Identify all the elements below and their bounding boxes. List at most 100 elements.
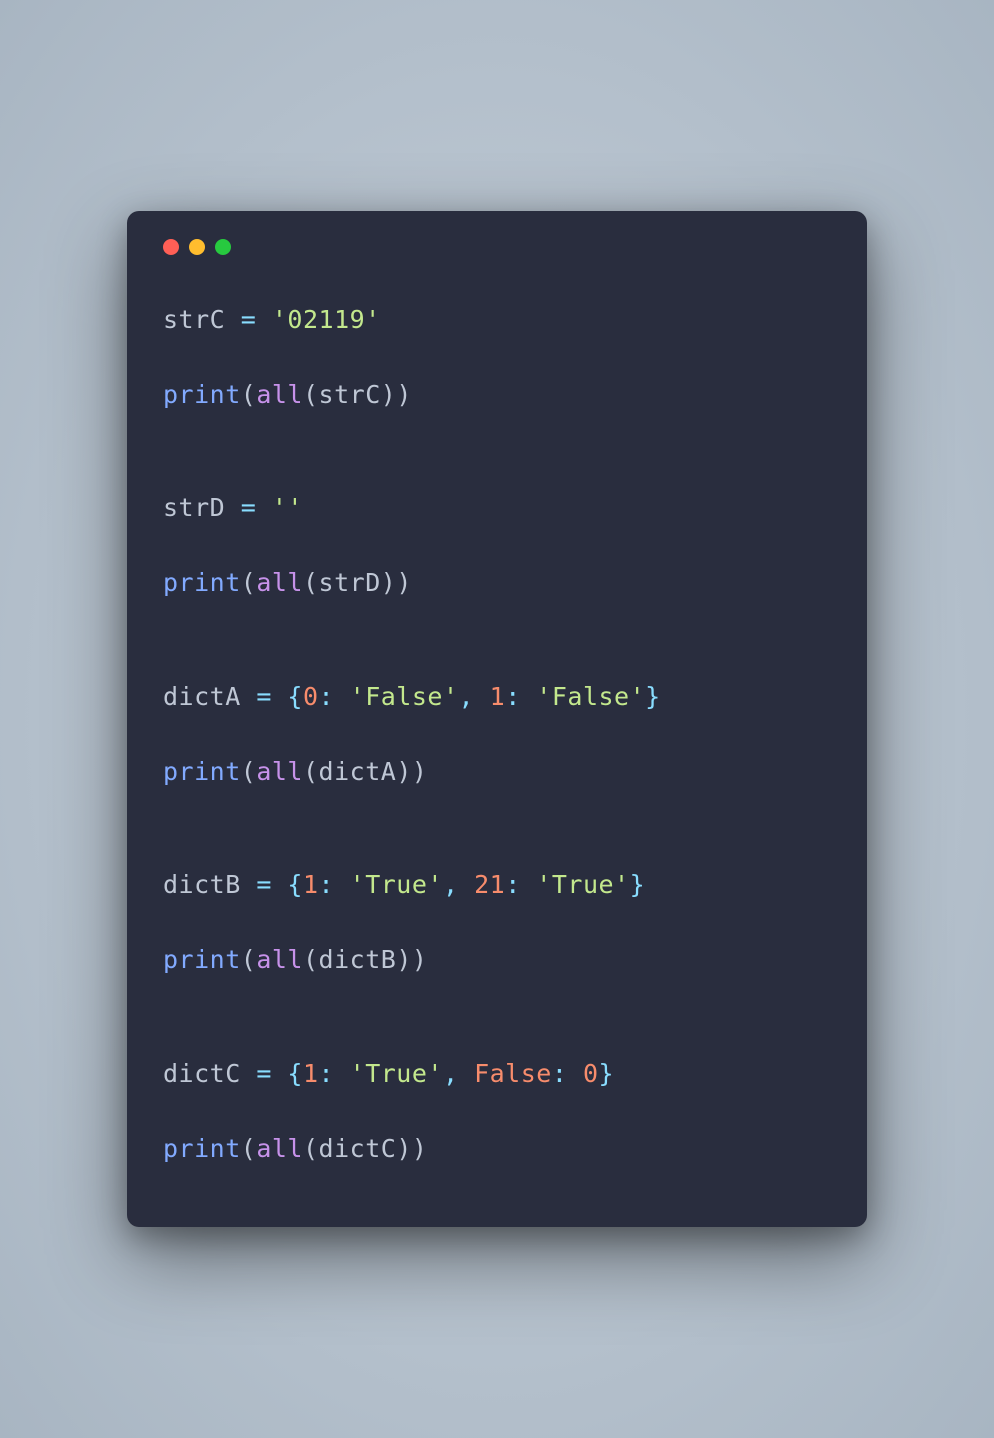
code-token: ,: [443, 870, 474, 899]
code-token: (: [241, 945, 257, 974]
blank-line: [163, 904, 831, 942]
code-token: ): [412, 1134, 428, 1163]
blank-line: [163, 338, 831, 376]
code-token: {: [287, 1059, 303, 1088]
code-token: }: [645, 682, 661, 711]
code-token: print: [163, 568, 241, 597]
window-controls: [163, 239, 831, 255]
code-token: '': [272, 493, 303, 522]
code-token: False: [474, 1059, 552, 1088]
code-token: :: [552, 1059, 583, 1088]
code-token: }: [630, 870, 646, 899]
code-token: print: [163, 380, 241, 409]
code-token: {: [287, 682, 303, 711]
code-line: print(all(dictB)): [163, 941, 831, 979]
code-token: :: [319, 870, 350, 899]
code-line: dictA = {0: 'False', 1: 'False'}: [163, 678, 831, 716]
code-token: :: [319, 1059, 350, 1088]
code-token: strC: [163, 305, 225, 334]
code-token: (: [241, 757, 257, 786]
code-token: dictC: [319, 1134, 397, 1163]
code-line: print(all(dictA)): [163, 753, 831, 791]
code-token: =: [241, 870, 288, 899]
code-token: 'False': [536, 682, 645, 711]
code-token: 'True': [350, 870, 443, 899]
blank-line: [163, 527, 831, 565]
code-token: (: [303, 380, 319, 409]
code-token: dictB: [319, 945, 397, 974]
code-token: }: [599, 1059, 615, 1088]
code-token: ): [396, 1134, 412, 1163]
code-token: 'False': [350, 682, 459, 711]
minimize-icon[interactable]: [189, 239, 205, 255]
code-token: =: [241, 682, 288, 711]
code-block: strD = ''print(all(strD)): [163, 489, 831, 602]
code-block: dictA = {0: 'False', 1: 'False'}print(al…: [163, 678, 831, 791]
code-token: =: [225, 305, 272, 334]
code-token: dictC: [163, 1059, 241, 1088]
code-token: all: [256, 380, 303, 409]
code-token: 1: [490, 682, 506, 711]
code-token: ): [396, 757, 412, 786]
code-token: print: [163, 945, 241, 974]
code-token: dictB: [163, 870, 241, 899]
code-token: all: [256, 568, 303, 597]
code-token: print: [163, 757, 241, 786]
blank-line: [163, 1092, 831, 1130]
code-token: 'True': [350, 1059, 443, 1088]
close-icon[interactable]: [163, 239, 179, 255]
code-line: print(all(dictC)): [163, 1130, 831, 1168]
code-token: 1: [303, 1059, 319, 1088]
code-token: strC: [319, 380, 381, 409]
code-token: =: [241, 1059, 288, 1088]
code-block: strC = '02119'print(all(strC)): [163, 301, 831, 414]
code-token: all: [256, 757, 303, 786]
code-token: ,: [443, 1059, 474, 1088]
code-token: print: [163, 1134, 241, 1163]
code-token: (: [241, 568, 257, 597]
code-token: ): [396, 945, 412, 974]
code-line: print(all(strD)): [163, 564, 831, 602]
code-line: dictC = {1: 'True', False: 0}: [163, 1055, 831, 1093]
code-token: 21: [474, 870, 505, 899]
maximize-icon[interactable]: [215, 239, 231, 255]
code-token: (: [303, 568, 319, 597]
code-line: dictB = {1: 'True', 21: 'True'}: [163, 866, 831, 904]
code-block: dictB = {1: 'True', 21: 'True'}print(all…: [163, 866, 831, 979]
code-token: strD: [163, 493, 225, 522]
code-token: ): [396, 380, 412, 409]
blank-line: [163, 715, 831, 753]
code-line: print(all(strC)): [163, 376, 831, 414]
code-token: 0: [303, 682, 319, 711]
code-token: :: [319, 682, 350, 711]
code-token: all: [256, 1134, 303, 1163]
code-token: (: [303, 945, 319, 974]
code-token: strD: [319, 568, 381, 597]
code-token: :: [505, 870, 536, 899]
code-token: 1: [303, 870, 319, 899]
code-window: strC = '02119'print(all(strC))strD = ''p…: [127, 211, 867, 1228]
code-token: (: [241, 1134, 257, 1163]
code-token: :: [505, 682, 536, 711]
code-token: {: [287, 870, 303, 899]
code-token: all: [256, 945, 303, 974]
code-token: =: [225, 493, 272, 522]
code-token: ): [381, 380, 397, 409]
code-token: ): [381, 568, 397, 597]
code-line: strD = '': [163, 489, 831, 527]
code-token: dictA: [319, 757, 397, 786]
code-token: 'True': [536, 870, 629, 899]
code-token: dictA: [163, 682, 241, 711]
code-token: ): [412, 945, 428, 974]
code-token: '02119': [272, 305, 381, 334]
code-token: (: [303, 757, 319, 786]
code-content: strC = '02119'print(all(strC))strD = ''p…: [163, 301, 831, 1168]
code-token: ): [412, 757, 428, 786]
code-token: (: [241, 380, 257, 409]
code-token: ): [396, 568, 412, 597]
code-block: dictC = {1: 'True', False: 0}print(all(d…: [163, 1055, 831, 1168]
code-token: (: [303, 1134, 319, 1163]
code-token: ,: [459, 682, 490, 711]
code-token: 0: [583, 1059, 599, 1088]
code-line: strC = '02119': [163, 301, 831, 339]
